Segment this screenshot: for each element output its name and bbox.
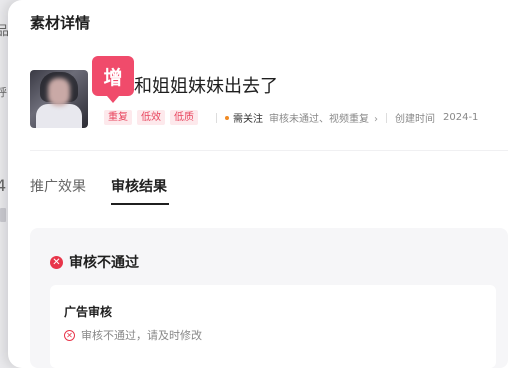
ad-review-title: 广告审核 — [64, 305, 113, 319]
attention-detail-link[interactable]: 审核未通过、视频重复 › — [269, 110, 378, 125]
ad-review-card: 广告审核 ✕ 审核不通过，请及时修改 — [50, 285, 496, 368]
review-status: 审核不通过 — [69, 255, 139, 271]
error-circle-icon: ✕ — [50, 255, 63, 269]
video-thumbnail[interactable] — [30, 70, 88, 128]
attention-label: 需关注 — [233, 114, 263, 125]
background-divider — [0, 208, 6, 222]
panel-title: 素材详情 — [30, 14, 91, 32]
active-tab-indicator — [111, 203, 169, 205]
error-outline-icon: ✕ — [64, 329, 75, 341]
tag-low-efficiency: 低效 — [137, 110, 165, 125]
review-result-section: ✕ 审核不通过 广告审核 ✕ 审核不通过，请及时修改 — [30, 228, 508, 368]
tab-promotion-effect[interactable]: 推广效果 — [30, 176, 86, 196]
review-status-header: ✕ 审核不通过 — [50, 252, 139, 272]
tag-duplicate: 重复 — [104, 110, 132, 125]
material-title: 和姐姐妹妹出去了 — [134, 76, 278, 97]
ad-review-message: 审核不通过，请及时修改 — [81, 329, 202, 342]
chevron-right-icon: › — [374, 114, 378, 125]
meta-divider — [386, 112, 387, 123]
material-meta: 需关注 审核未通过、视频重复 › 创建时间 2024-1 — [208, 110, 478, 125]
header-divider — [30, 150, 508, 151]
meta-divider — [216, 112, 217, 123]
created-value: 2024-1 — [443, 112, 479, 123]
ad-review-message-row: ✕ 审核不通过，请及时修改 — [64, 327, 202, 343]
created-label: 创建时间 — [395, 114, 435, 125]
background-text: 呼 — [0, 86, 7, 99]
tag-low-quality: 低质 — [170, 110, 198, 125]
attention-dot-icon — [225, 115, 229, 120]
background-text: 4 — [0, 176, 7, 195]
material-tags: 重复 低效 低质 — [104, 110, 198, 125]
attention-detail: 审核未通过、视频重复 — [269, 114, 369, 125]
tab-review-result[interactable]: 审核结果 — [111, 176, 167, 196]
new-material-badge: 增 — [92, 56, 134, 103]
material-detail-drawer: 素材详情 增 和姐姐妹妹出去了 重复 低效 低质 需关注 审核未通过、视频重复 ›… — [8, 0, 508, 368]
